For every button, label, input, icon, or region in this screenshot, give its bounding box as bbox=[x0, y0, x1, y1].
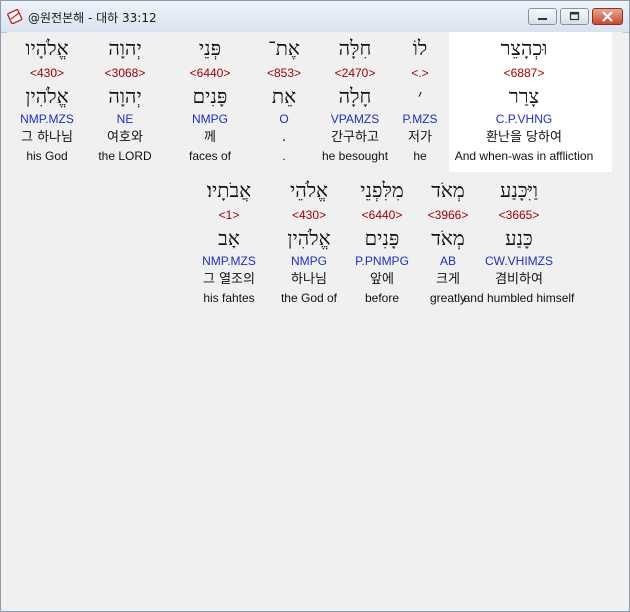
hebrew-word: פְּנֵי bbox=[198, 36, 222, 60]
strong-number: <853> bbox=[266, 66, 302, 80]
app-window: @원전본해 - 대하 33:12 וּכְהָצֵר <6887> צָרַר C.P… bbox=[0, 0, 630, 612]
lemma-word: אָב bbox=[218, 226, 240, 250]
strong-number: <.> bbox=[411, 66, 429, 80]
hebrew-word: יְהוָה bbox=[108, 36, 142, 60]
english-gloss: and humbled himself bbox=[463, 291, 575, 305]
korean-gloss: 저가 bbox=[408, 130, 432, 145]
english-gloss: the LORD bbox=[98, 149, 152, 163]
korean-gloss: 크게 bbox=[436, 272, 460, 287]
korean-gloss: 간구하고 bbox=[331, 130, 379, 145]
korean-gloss: 환난을 당하여 bbox=[486, 130, 562, 145]
korean-gloss: 여호와 bbox=[107, 130, 143, 145]
morphology-code: NMP.MZS bbox=[202, 254, 256, 268]
hebrew-word: מְאֹד bbox=[431, 178, 465, 202]
morphology-code: C.P.VHNG bbox=[495, 112, 553, 126]
minimize-button[interactable] bbox=[528, 8, 557, 25]
title-bar[interactable]: @원전본해 - 대하 33:12 bbox=[1, 1, 629, 33]
window-title: @원전본해 - 대하 33:12 bbox=[28, 11, 157, 25]
maximize-icon bbox=[569, 11, 580, 21]
morphology-code: CW.VHIMZS bbox=[485, 254, 553, 268]
lemma-word: פָּנִים bbox=[364, 226, 400, 250]
morphology-code: P.PNMPG bbox=[355, 254, 409, 268]
morphology-code: AB bbox=[439, 254, 457, 268]
lemma-word: אֱלֹהִין bbox=[287, 226, 331, 250]
lemma-word: חָלָה bbox=[338, 84, 372, 108]
lemma-word: כָּנַע bbox=[505, 226, 533, 250]
hebrew-word: וַיִּכָּנַע bbox=[500, 178, 538, 202]
hebrew-word: חִלָּה bbox=[338, 36, 372, 60]
strong-number: <1> bbox=[218, 208, 240, 222]
interlinear-view[interactable]: וּכְהָצֵר <6887> צָרַר C.P.VHNG 환난을 당하여 And w… bbox=[7, 32, 623, 607]
hebrew-word: אֶת־ bbox=[268, 36, 300, 60]
korean-gloss: 앞에 bbox=[370, 272, 394, 287]
strong-number: <2470> bbox=[334, 66, 376, 80]
english-gloss: his fahtes bbox=[203, 291, 255, 305]
strong-number: <3966> bbox=[427, 208, 469, 222]
english-gloss: the God of bbox=[280, 291, 338, 305]
morphology-code: NMPG bbox=[291, 254, 327, 268]
minimize-icon bbox=[538, 18, 547, 20]
lemma-word: פָּנִים bbox=[192, 84, 228, 108]
hebrew-word: אֱלֹהָיו bbox=[25, 36, 69, 60]
strong-number: <6440> bbox=[189, 66, 231, 80]
hebrew-word: וּכְהָצֵר bbox=[500, 36, 548, 60]
close-icon bbox=[602, 11, 613, 22]
english-gloss: he bbox=[413, 149, 427, 163]
lemma-word: מְאֹד bbox=[431, 226, 465, 250]
morphology-code: NMPG bbox=[192, 112, 228, 126]
lemma-word: יְהוָה bbox=[108, 84, 142, 108]
strong-number: <6887> bbox=[503, 66, 545, 80]
app-book-icon bbox=[7, 8, 23, 24]
english-gloss: before bbox=[364, 291, 400, 305]
korean-gloss: 께 bbox=[204, 130, 216, 145]
english-gloss: . bbox=[282, 149, 286, 163]
morphology-code: P.MZS bbox=[402, 112, 438, 126]
english-gloss: he besought bbox=[321, 149, 389, 163]
korean-gloss: . bbox=[281, 130, 287, 145]
lemma-word: ׳ bbox=[417, 84, 423, 108]
maximize-button[interactable] bbox=[560, 8, 589, 25]
hebrew-word: מִלִּפְנֵי bbox=[360, 178, 404, 202]
close-button[interactable] bbox=[592, 8, 623, 25]
strong-number: <430> bbox=[291, 208, 327, 222]
korean-gloss: 겸비하여 bbox=[495, 272, 543, 287]
morphology-code: NMP.MZS bbox=[20, 112, 74, 126]
hebrew-word: אֲבֹתָיו׃ bbox=[206, 178, 252, 202]
hebrew-word: אֱלֹהֵי bbox=[289, 178, 329, 202]
lemma-word: צָרַר bbox=[508, 84, 540, 108]
korean-gloss: 그 열조의 bbox=[203, 272, 255, 287]
morphology-code: O bbox=[279, 112, 289, 126]
korean-gloss: 그 하나님 bbox=[21, 130, 73, 145]
lemma-word: אֵת bbox=[271, 84, 297, 108]
korean-gloss: 하나님 bbox=[291, 272, 327, 287]
strong-number: <3665> bbox=[498, 208, 540, 222]
english-gloss: greatly bbox=[429, 291, 467, 305]
english-gloss: faces of bbox=[188, 149, 232, 163]
morphology-code: VPAMZS bbox=[330, 112, 380, 126]
strong-number: <430> bbox=[29, 66, 65, 80]
strong-number: <6440> bbox=[361, 208, 403, 222]
hebrew-word: לוֹ bbox=[412, 36, 428, 60]
english-gloss: And when-was in affliction bbox=[454, 149, 594, 163]
strong-number: <3068> bbox=[104, 66, 146, 80]
english-gloss: his God bbox=[26, 149, 68, 163]
morphology-code: NE bbox=[116, 112, 134, 126]
lemma-word: אֱלֹהִין bbox=[25, 84, 69, 108]
